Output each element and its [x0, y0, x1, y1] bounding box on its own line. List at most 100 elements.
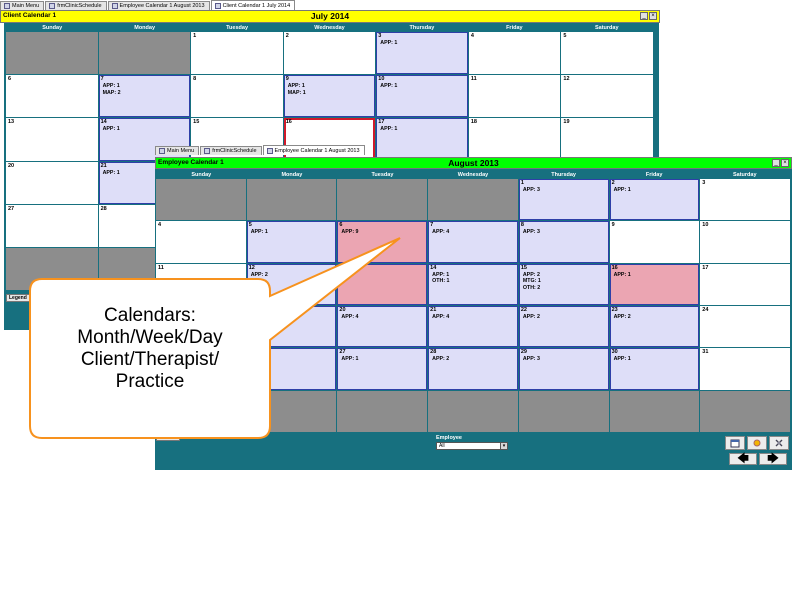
day-cell-4[interactable]: 4 [156, 221, 246, 263]
employee-select[interactable]: All ▾ [436, 442, 508, 450]
form-icon [214, 2, 221, 9]
day-number: 27 [8, 205, 15, 212]
day-cell-12[interactable]: 12 APP: 2 [246, 263, 337, 305]
day-cell-6[interactable]: 6 [6, 75, 98, 118]
day-cell-3[interactable]: 3 APP: 1 [376, 32, 468, 75]
tab-employee-calendar-1-august-2013[interactable]: Employee Calendar 1 August 2013 [107, 1, 210, 10]
day-number: 9 [285, 76, 289, 83]
close-button[interactable]: × [649, 12, 657, 20]
empty-day-cell [156, 390, 246, 432]
day-cell-5[interactable]: 5 [561, 32, 653, 75]
day-number: 16 [611, 264, 618, 271]
day-cell-27[interactable]: 27 [6, 204, 98, 247]
appointment-count: APP: 1 [613, 187, 631, 193]
appointment-count: APP: 1 [102, 126, 120, 133]
weekday-thursday: Thursday [551, 172, 576, 178]
weekday-monday: Monday [281, 172, 303, 178]
close-button[interactable]: × [781, 159, 789, 167]
empty-day-cell [6, 247, 98, 290]
appointment-count: MAP: 2 [102, 89, 121, 96]
day-cell-9[interactable]: 9 APP: 1 MAP: 1 [283, 75, 376, 118]
day-cell-8[interactable]: 8 [191, 75, 283, 118]
callout-line: Month/Week/Day [77, 327, 223, 348]
day-cell-10[interactable]: 10 APP: 1 [376, 75, 468, 118]
day-cell-24[interactable]: 24 [700, 305, 790, 348]
day-cell-1[interactable]: 1 [191, 32, 283, 75]
day-cell-11[interactable]: 11 [156, 263, 246, 305]
callout-text: Calendars: Month/Week/Day Client/Therapi… [30, 305, 270, 393]
day-cell-15[interactable]: 15 APP: 2 MTG: 1 OTH: 2 [518, 263, 609, 305]
minimize-button[interactable]: _ [772, 159, 780, 167]
empty-day-cell [246, 179, 337, 221]
appointment-count: APP: 2 [522, 271, 540, 278]
day-cell-5[interactable]: 5 APP: 1 [246, 221, 337, 263]
calendar-view-button[interactable] [725, 436, 745, 450]
tab-label: frmClinicSchedule [212, 148, 257, 154]
appointment-count: MAP: 1 [287, 89, 306, 96]
client-calendar-titlebar: Client Calendar 1 July 2014 _ × [0, 10, 660, 23]
tab-client-calendar-1-july-2014[interactable]: Client Calendar 1 July 2014 [210, 0, 296, 10]
next-month-button[interactable]: 🡆 [759, 453, 787, 465]
weekday-wednesday: Wednesday [457, 172, 489, 178]
weekday-tuesday: Tuesday [371, 172, 394, 178]
day-cell-12[interactable]: 12 [561, 75, 653, 118]
day-cell-17[interactable]: 17 [700, 263, 790, 305]
employee-label: Employee [436, 435, 462, 441]
day-cell-14[interactable]: 14 APP: 1 OTH: 1 [428, 263, 518, 305]
empty-day-cell [337, 390, 428, 432]
day-cell-20[interactable]: 20 [6, 161, 98, 204]
employee-calendar-month: August 2013 [448, 158, 499, 168]
empty-day-cell [428, 390, 518, 432]
day-cell-6[interactable]: 6 APP: 9 [337, 221, 428, 263]
day-cell-16[interactable]: 16 APP: 1 [609, 263, 700, 305]
day-cell-8[interactable]: 8 APP: 3 [518, 221, 609, 263]
appointment-count: APP: 1 [613, 271, 631, 278]
appointment-count: OTH: 1 [432, 278, 450, 285]
weekday-friday: Friday [506, 25, 523, 31]
day-cell-10[interactable]: 10 [700, 221, 790, 263]
day-number: 1 [520, 180, 524, 186]
day-cell-28[interactable]: 28 APP: 2 [428, 348, 518, 390]
day-cell-7[interactable]: 7 APP: 1 MAP: 2 [98, 75, 191, 118]
previous-month-button[interactable]: 🡄 [729, 453, 757, 465]
day-number: 2 [611, 180, 615, 186]
day-cell-21[interactable]: 21 APP: 4 [428, 305, 518, 348]
legend-button[interactable]: Legend [6, 294, 30, 302]
day-number: 28 [430, 349, 437, 356]
day-cell-20[interactable]: 20 APP: 4 [337, 305, 428, 348]
day-cell-3[interactable]: 3 [700, 179, 790, 221]
tab-main-menu[interactable]: Main Menu [155, 146, 200, 155]
legend-button[interactable]: Legend [156, 433, 180, 441]
day-cell-2[interactable]: 2 [283, 32, 376, 75]
day-cell-31[interactable]: 31 [700, 348, 790, 390]
day-cell-4[interactable]: 4 [468, 32, 561, 75]
day-cell-23[interactable]: 23 APP: 2 [609, 305, 700, 348]
day-cell-1[interactable]: 1 APP: 3 [518, 179, 609, 221]
day-number: 15 [520, 264, 527, 271]
day-cell-30[interactable]: 30 APP: 1 [609, 348, 700, 390]
day-cell-2[interactable]: 2 APP: 1 [609, 179, 700, 221]
day-number: 3 [702, 180, 706, 186]
empty-day-cell [609, 390, 700, 432]
appointment-count: APP: 2 [613, 313, 631, 320]
day-number: 27 [339, 349, 346, 356]
day-cell-27[interactable]: 27 APP: 1 [337, 348, 428, 390]
day-cell-7[interactable]: 7 APP: 4 [428, 221, 518, 263]
refresh-button[interactable] [747, 436, 767, 450]
day-number: 13 [339, 264, 346, 271]
day-cell-22[interactable]: 22 APP: 2 [518, 305, 609, 348]
day-cell-29[interactable]: 29 APP: 3 [518, 348, 609, 390]
tab-frmclinicschedule[interactable]: frmClinicSchedule [45, 1, 107, 10]
tab-frmclinicschedule[interactable]: frmClinicSchedule [200, 146, 262, 155]
settings-button[interactable] [769, 436, 789, 450]
day-cell-9[interactable]: 9 [609, 221, 700, 263]
minimize-button[interactable]: _ [640, 12, 648, 20]
callout-line: Calendars: [104, 305, 196, 326]
day-cell-13[interactable]: 13 [6, 118, 98, 161]
tab-employee-calendar-1-august-2013[interactable]: Employee Calendar 1 August 2013 [262, 145, 365, 155]
day-cell-11[interactable]: 11 [468, 75, 561, 118]
day-number: 5 [563, 33, 567, 39]
day-cell-13[interactable]: 13 [337, 263, 428, 305]
weekday-header: Sunday Monday Tuesday Wednesday Thursday Frid… [156, 171, 790, 179]
tab-main-menu[interactable]: Main Menu [0, 1, 45, 10]
